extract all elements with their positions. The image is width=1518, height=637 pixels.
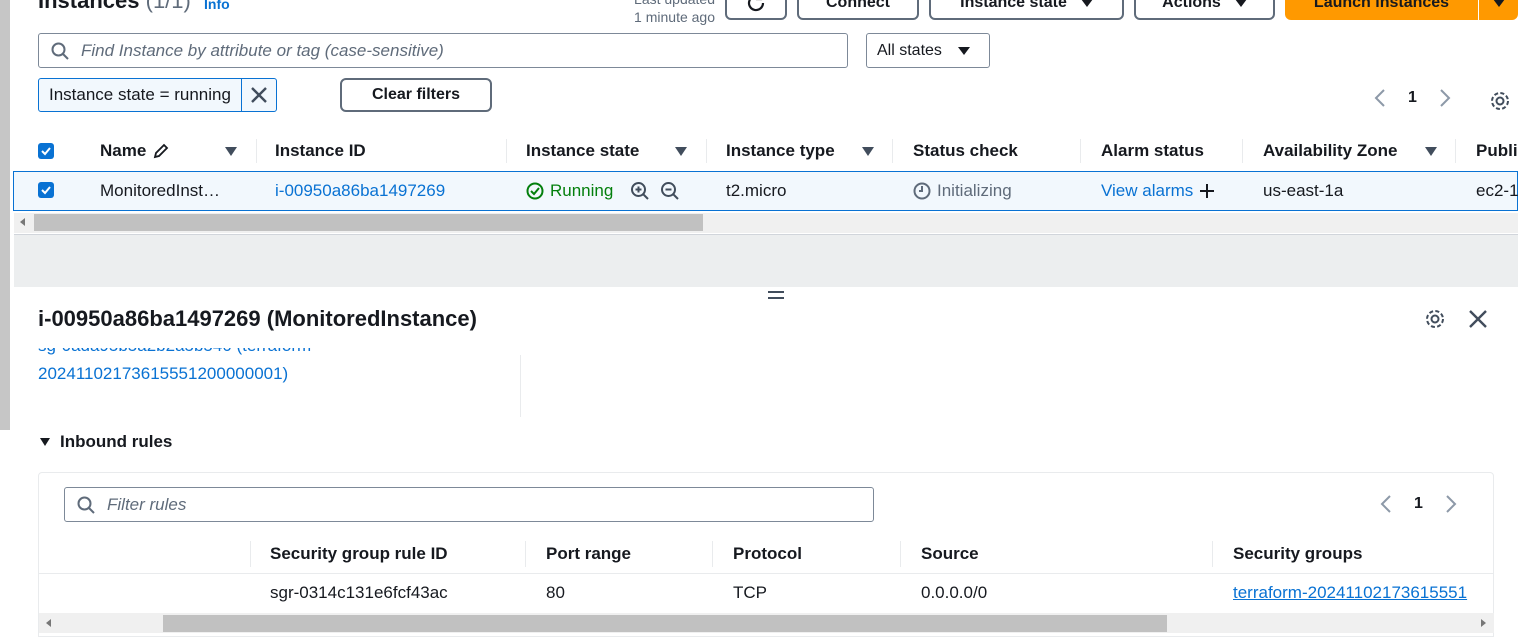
launch-dropdown-button[interactable] xyxy=(1479,0,1518,20)
page-number[interactable]: 1 xyxy=(1408,89,1417,107)
scroll-left-icon[interactable] xyxy=(20,218,25,226)
check-icon xyxy=(41,147,51,156)
inbound-rules-toggle[interactable]: Inbound rules xyxy=(40,432,172,452)
page-number[interactable]: 1 xyxy=(1414,495,1423,513)
col-protocol[interactable]: Protocol xyxy=(733,535,802,573)
col-instance-id[interactable]: Instance ID xyxy=(275,131,366,171)
edit-icon xyxy=(154,143,169,159)
filter-token: Instance state = running xyxy=(38,78,277,112)
gear-icon[interactable] xyxy=(1424,308,1446,330)
resize-handle-icon[interactable] xyxy=(768,291,784,303)
remove-filter-button[interactable] xyxy=(242,79,276,111)
clock-icon xyxy=(913,182,931,200)
select-all-checkbox[interactable] xyxy=(38,143,54,159)
sort-icon[interactable] xyxy=(675,147,687,156)
scroll-left-icon[interactable] xyxy=(46,619,51,627)
col-security-groups[interactable]: Security groups xyxy=(1233,535,1362,573)
col-name[interactable]: Name xyxy=(100,131,170,171)
caret-down-icon xyxy=(1234,0,1247,7)
cell-protocol: TCP xyxy=(733,583,767,602)
col-instance-state[interactable]: Instance state xyxy=(526,131,639,171)
success-icon xyxy=(526,182,544,200)
page-scrollbar[interactable] xyxy=(0,0,10,430)
filter-token-label: Instance state = running xyxy=(39,79,242,111)
sort-icon[interactable] xyxy=(1425,147,1437,156)
connect-button[interactable]: Connect xyxy=(797,0,919,20)
clear-filters-button[interactable]: Clear filters xyxy=(340,78,492,112)
cell-source: 0.0.0.0/0 xyxy=(921,583,988,602)
refresh-icon xyxy=(747,0,765,12)
rule-security-group-link[interactable]: terraform-20241102173615551 xyxy=(1233,574,1494,612)
search-icon xyxy=(77,496,95,514)
security-group-link[interactable]: 20241102173615551200000001) xyxy=(38,364,288,384)
refresh-button[interactable] xyxy=(725,0,787,20)
sort-icon[interactable] xyxy=(862,147,874,156)
sort-icon[interactable] xyxy=(225,147,237,156)
cell-name: MonitoredInst… xyxy=(100,181,220,200)
search-icon xyxy=(51,42,69,60)
cell-status: Initializing xyxy=(913,171,1012,211)
caret-down-icon xyxy=(1080,0,1093,7)
col-availability-zone[interactable]: Availability Zone xyxy=(1263,131,1397,171)
info-link[interactable]: Info xyxy=(204,0,230,12)
launch-instances-button[interactable]: Launch instances xyxy=(1285,0,1478,20)
chevron-left-icon[interactable] xyxy=(1374,88,1386,108)
rules-pagination: 1 xyxy=(1380,494,1457,514)
view-alarms-link[interactable]: View alarms xyxy=(1101,171,1215,211)
pagination: 1 xyxy=(1374,88,1451,108)
states-select[interactable]: All states xyxy=(866,33,990,68)
cell-type: t2.micro xyxy=(726,181,787,200)
security-group-link-partial[interactable]: sg-0ada95b5a2b2a5b540 (terraform- xyxy=(38,348,317,356)
caret-down-icon xyxy=(40,438,50,446)
search-input[interactable] xyxy=(79,39,783,62)
actions-button[interactable]: Actions xyxy=(1134,0,1275,20)
filter-rules[interactable] xyxy=(64,487,874,522)
detail-title: i-00950a86ba1497269 (MonitoredInstance) xyxy=(38,306,477,331)
col-rule-id[interactable]: Security group rule ID xyxy=(270,535,448,573)
col-source[interactable]: Source xyxy=(921,535,979,573)
cell-az: us-east-1a xyxy=(1263,181,1344,200)
col-instance-type[interactable]: Instance type xyxy=(726,131,835,171)
cell-state: Running xyxy=(526,171,613,211)
page-title: Instances (1/1) xyxy=(38,0,191,13)
table-scrollbar-thumb[interactable] xyxy=(34,214,703,231)
filter-rules-input[interactable] xyxy=(105,493,809,516)
rules-scrollbar-thumb[interactable] xyxy=(163,615,1167,632)
instance-search[interactable] xyxy=(38,33,848,68)
zoom-in-icon[interactable] xyxy=(630,181,650,201)
caret-down-icon xyxy=(1492,0,1505,7)
col-port-range[interactable]: Port range xyxy=(546,535,631,573)
instance-state-button[interactable]: Instance state xyxy=(929,0,1124,20)
close-icon[interactable] xyxy=(1468,309,1488,329)
caret-down-icon xyxy=(957,46,970,55)
instance-id-link[interactable]: i-00950a86ba1497269 xyxy=(275,171,445,211)
scroll-right-icon[interactable] xyxy=(1481,619,1486,627)
col-alarm-status[interactable]: Alarm status xyxy=(1101,131,1204,171)
zoom-out-icon[interactable] xyxy=(660,181,680,201)
gear-icon[interactable] xyxy=(1489,90,1511,112)
plus-icon[interactable] xyxy=(1199,183,1215,199)
check-icon xyxy=(41,186,51,195)
chevron-right-icon[interactable] xyxy=(1439,88,1451,108)
last-updated: Last updated 1 minute ago xyxy=(634,0,715,25)
cell-public: ec2-1 xyxy=(1476,181,1518,200)
cell-port: 80 xyxy=(546,583,565,602)
cell-rule-id: sgr-0314c131e6fcf43ac xyxy=(270,583,448,602)
split-panel-divider xyxy=(14,234,1518,287)
row-checkbox[interactable] xyxy=(38,182,54,198)
chevron-right-icon[interactable] xyxy=(1445,494,1457,514)
column-divider xyxy=(520,355,521,417)
col-status-check[interactable]: Status check xyxy=(913,131,1018,171)
col-public[interactable]: Publi xyxy=(1476,131,1518,171)
chevron-left-icon[interactable] xyxy=(1380,494,1392,514)
close-icon xyxy=(251,87,267,103)
